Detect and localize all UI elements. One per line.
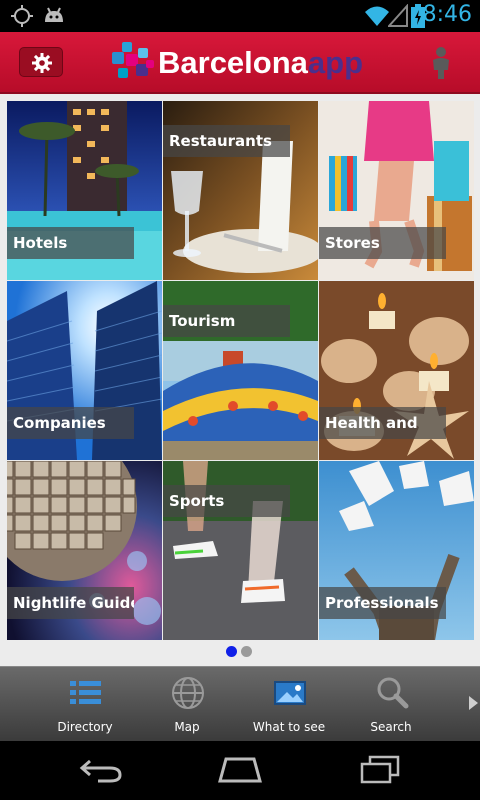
- system-nav-bar: [0, 741, 480, 800]
- tile-restaurants[interactable]: Restaurants: [163, 101, 318, 280]
- person-icon: [433, 47, 449, 79]
- tile-label: Health and: [319, 407, 446, 439]
- list-icon: [70, 681, 101, 704]
- settings-button[interactable]: [19, 47, 63, 77]
- tile-label: Tourism: [163, 305, 290, 337]
- home-icon[interactable]: [216, 755, 264, 785]
- status-bar: 8:46: [0, 0, 480, 32]
- tile-companies[interactable]: Companies: [7, 281, 162, 460]
- tab-label: Search: [370, 720, 412, 734]
- gps-icon: [10, 4, 34, 32]
- tile-label: Hotels: [7, 227, 134, 259]
- tile-label: Stores: [319, 227, 446, 259]
- tile-label: Nightlife Guide: [7, 587, 134, 619]
- page-dot-active[interactable]: [226, 646, 237, 657]
- tile-label: Restaurants: [163, 125, 290, 157]
- bottom-tab-bar: Directory Map What to see Search: [0, 666, 480, 741]
- tile-label: Professionals: [319, 587, 446, 619]
- tile-stores[interactable]: Stores: [319, 101, 474, 280]
- brand-name: Barcelonaapp: [158, 45, 363, 81]
- tab-directory[interactable]: Directory: [34, 667, 136, 742]
- brand-name-suffix: app: [307, 45, 364, 80]
- tab-what-to-see[interactable]: What to see: [238, 667, 340, 742]
- tile-nightlife[interactable]: Nightlife Guide: [7, 461, 162, 640]
- tile-label: Companies: [7, 407, 134, 439]
- gear-icon: [32, 53, 52, 73]
- brand-name-main: Barcelona: [158, 45, 308, 80]
- app-header: Barcelonaapp: [0, 32, 480, 94]
- wifi-icon: [364, 4, 390, 32]
- tile-professionals[interactable]: Professionals: [319, 461, 474, 640]
- brand-logo: Barcelonaapp: [108, 40, 373, 86]
- tab-map[interactable]: Map: [136, 667, 238, 742]
- page-dot[interactable]: [241, 646, 252, 657]
- signal-icon: [386, 3, 408, 32]
- tab-label: What to see: [252, 720, 326, 734]
- tile-label: Sports: [163, 485, 290, 517]
- tab-search[interactable]: Search: [340, 667, 442, 742]
- user-button[interactable]: [430, 46, 452, 84]
- tile-sports[interactable]: Sports: [163, 461, 318, 640]
- tab-label: Directory: [57, 720, 113, 734]
- category-grid: Hotels Restaurants Stores Companies Tour…: [7, 101, 474, 641]
- recent-apps-icon[interactable]: [358, 755, 402, 785]
- magnifier-icon: [377, 677, 409, 709]
- logo-mark-icon: [112, 42, 154, 78]
- tile-tourism[interactable]: Tourism: [163, 281, 318, 460]
- tab-label: Map: [174, 720, 200, 734]
- tile-hotels[interactable]: Hotels: [7, 101, 162, 280]
- clock: 8:46: [422, 2, 472, 27]
- page-indicator: [0, 646, 480, 658]
- photo-icon: [274, 681, 306, 705]
- category-grid-area: Hotels Restaurants Stores Companies Tour…: [0, 94, 480, 666]
- chevron-right-icon[interactable]: [467, 695, 479, 711]
- android-debug-icon: [42, 4, 66, 32]
- back-icon[interactable]: [78, 755, 124, 785]
- globe-icon: [172, 677, 204, 709]
- tile-health[interactable]: Health and: [319, 281, 474, 460]
